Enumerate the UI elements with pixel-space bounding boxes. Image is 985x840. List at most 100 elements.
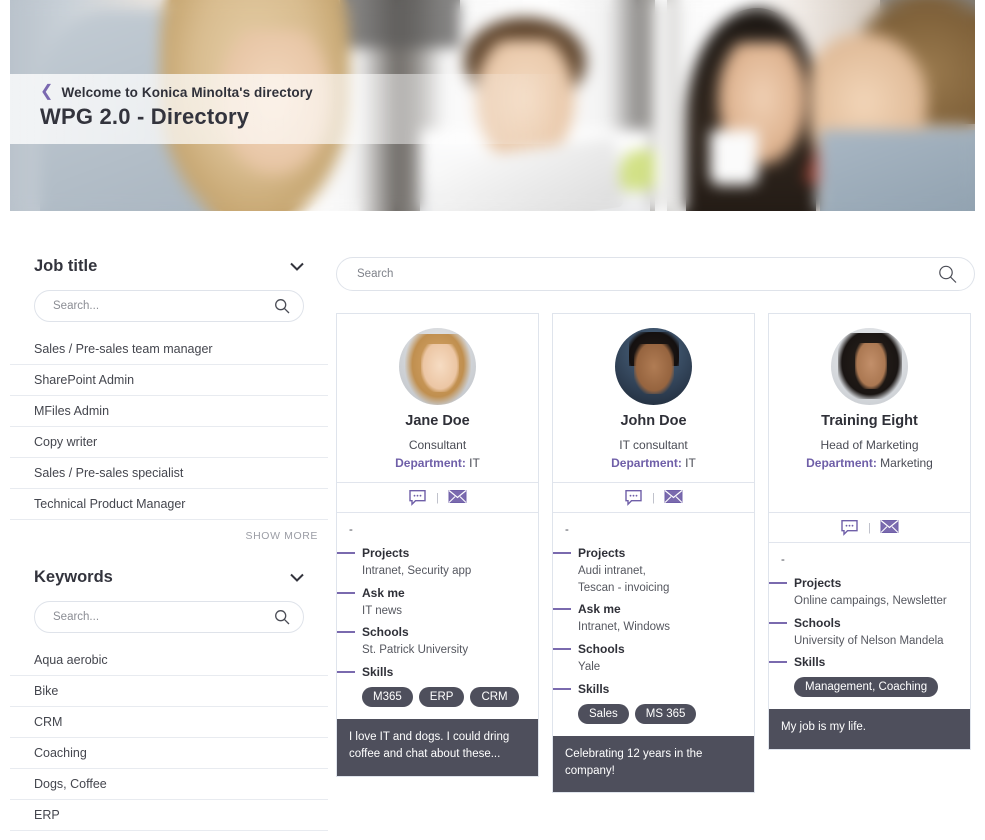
department-label: Department: (395, 456, 466, 470)
chat-icon[interactable] (840, 519, 859, 536)
profile-quote: Celebrating 12 years in the company! (553, 735, 754, 793)
list-item[interactable]: MFiles Admin (10, 396, 328, 427)
list-item[interactable]: Dogs, Coffee (10, 769, 328, 800)
detail-value: Intranet, Security app (362, 565, 472, 577)
skill-pill[interactable]: Management, Coaching (794, 677, 939, 698)
action-separator: | (868, 521, 871, 534)
skill-pill-list: Management, Coaching (769, 677, 960, 698)
skill-pill[interactable]: CRM (470, 687, 519, 708)
detail-label: Schools (578, 642, 625, 657)
search-input[interactable] (336, 257, 975, 291)
facet-keywords-search[interactable] (34, 601, 304, 633)
detail-row: Schools University of Nelson Mandela (769, 616, 960, 650)
facet-job-title-search[interactable] (34, 290, 304, 322)
detail-row: Projects Intranet, Security app (337, 546, 528, 580)
directory-search[interactable] (336, 257, 975, 291)
profile-details: Projects Audi intranet, Tescan - invoici… (553, 540, 754, 736)
banner-back-link[interactable]: ❮ Welcome to Konica Minolta's directory (40, 84, 313, 100)
dash-icon (337, 631, 355, 634)
facet-keywords: Keywords Aqua aerobic Bike CRM Coaching … (10, 568, 328, 840)
list-item[interactable]: ERP (10, 800, 328, 831)
list-item[interactable]: Technical Product Manager (10, 489, 328, 520)
keywords-show-more-button[interactable]: SHOW MORE (10, 831, 328, 840)
profile-details: Projects Online campaings, Newsletter Sc… (769, 570, 970, 709)
list-item[interactable]: SharePoint Admin (10, 365, 328, 396)
facet-keywords-list: Aqua aerobic Bike CRM Coaching Dogs, Cof… (10, 645, 328, 831)
dash-icon (769, 661, 787, 664)
avatar (831, 328, 908, 405)
chat-icon[interactable] (624, 489, 643, 506)
department-label: Department: (611, 456, 682, 470)
detail-value: Audi intranet, Tescan - invoicing (578, 565, 670, 594)
detail-row: Projects Online campaings, Newsletter (769, 576, 960, 610)
skill-pill[interactable]: M365 (362, 687, 413, 708)
profile-note: - (781, 554, 785, 566)
skill-pill[interactable]: Sales (578, 703, 629, 724)
profile-department: Department: Marketing (779, 456, 960, 470)
profile-note: - (349, 524, 353, 536)
page-banner: ❮ Welcome to Konica Minolta's directory … (10, 0, 975, 211)
list-item[interactable]: Bike (10, 676, 328, 707)
detail-label: Projects (578, 546, 626, 560)
detail-row: Schools Yale (553, 642, 744, 676)
dash-icon (337, 591, 355, 594)
detail-label: Projects (794, 576, 842, 590)
skill-pill-list: Sales MS 365 (553, 703, 744, 724)
profile-name: John Doe (620, 413, 687, 429)
facet-job-title: Job title Sales / Pre-sales team manager… (10, 257, 328, 542)
list-item[interactable]: Aqua aerobic (10, 645, 328, 676)
detail-value: IT news (362, 604, 403, 617)
profile-name: Jane Doe (405, 413, 470, 429)
skill-pill-list: M365 ERP CRM (337, 687, 528, 708)
dash-icon (553, 552, 571, 554)
action-separator: | (652, 491, 655, 504)
skill-pill[interactable]: ERP (418, 687, 465, 708)
detail-row: Ask me Intranet, Windows (553, 602, 744, 636)
detail-label: Skills (362, 665, 394, 680)
detail-label: Ask me (578, 602, 621, 617)
list-item[interactable]: Sales / Pre-sales specialist (10, 458, 328, 489)
job-title-search-input[interactable] (34, 290, 304, 322)
skill-pill[interactable]: MS 365 (634, 703, 697, 724)
profile-card-header: Training Eight Head of Marketing Departm… (769, 314, 970, 512)
job-title-show-more-button[interactable]: SHOW MORE (10, 520, 328, 542)
detail-row-skills: Skills Management, Coaching (769, 655, 960, 698)
chevron-down-icon[interactable] (290, 262, 304, 271)
page-title: WPG 2.0 - Directory (40, 104, 250, 129)
dash-icon (769, 582, 787, 584)
profile-quote: I love IT and dogs. I could dring coffee… (337, 719, 538, 776)
keywords-search-input[interactable] (34, 601, 304, 633)
profile-card[interactable]: Training Eight Head of Marketing Departm… (768, 313, 971, 750)
chat-icon[interactable] (408, 489, 427, 506)
list-item[interactable]: Sales / Pre-sales team manager (10, 334, 328, 365)
detail-value: University of Nelson Mandela (794, 634, 944, 647)
profile-role: Consultant (408, 438, 467, 452)
list-item[interactable]: Copy writer (10, 427, 328, 458)
mail-icon[interactable] (448, 489, 467, 506)
detail-label: Schools (794, 615, 841, 630)
facet-job-title-header[interactable]: Job title (10, 257, 328, 276)
detail-value: Yale (578, 661, 601, 674)
detail-label: Ask me (362, 585, 405, 600)
list-item[interactable]: CRM (10, 707, 328, 738)
profile-card[interactable]: Jane Doe Consultant Department: IT | - P… (336, 313, 539, 777)
list-item[interactable]: Coaching (10, 738, 328, 769)
profile-card-header: John Doe IT consultant Department: IT (553, 314, 754, 482)
chevron-left-icon[interactable]: ❮ (40, 84, 54, 100)
avatar (399, 328, 476, 405)
detail-label: Skills (578, 681, 610, 696)
department-value: IT (469, 456, 480, 470)
detail-label: Skills (794, 655, 826, 670)
mail-icon[interactable] (664, 489, 683, 506)
detail-row: Ask me IT news (337, 586, 528, 620)
detail-value: Online campaings, Newsletter (794, 595, 947, 607)
mail-icon[interactable] (880, 519, 899, 536)
detail-value: Intranet, Windows (578, 621, 671, 634)
profile-card[interactable]: John Doe IT consultant Department: IT | … (552, 313, 755, 794)
profile-actions: | (553, 482, 754, 513)
chevron-down-icon[interactable] (290, 573, 304, 582)
avatar (615, 328, 692, 405)
facet-keywords-header[interactable]: Keywords (10, 568, 328, 587)
profile-quote: My job is my life. (769, 709, 970, 749)
action-separator: | (436, 491, 439, 504)
